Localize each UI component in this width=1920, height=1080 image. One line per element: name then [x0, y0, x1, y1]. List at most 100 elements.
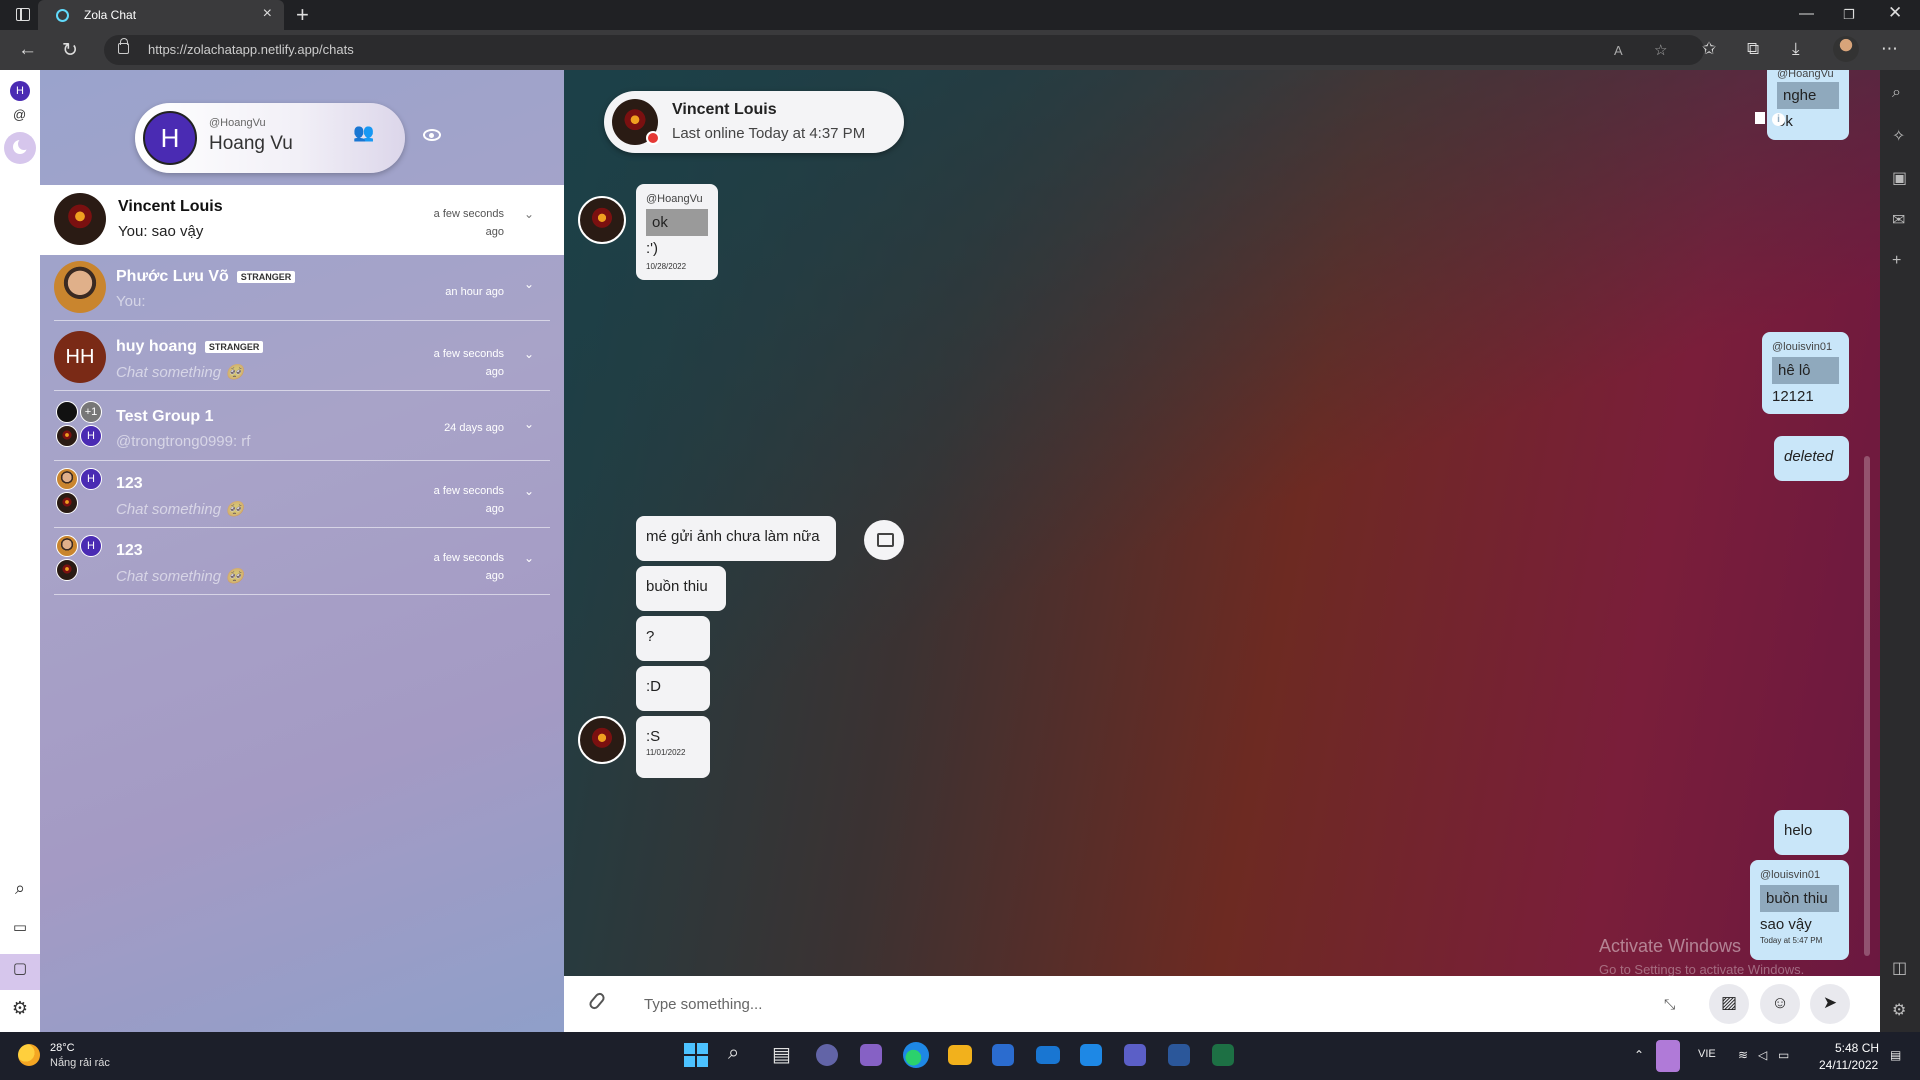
- weather-icon[interactable]: [18, 1044, 40, 1066]
- conversation-item[interactable]: HH huy hoang STRANGER Chat something 🥺 a …: [54, 325, 550, 391]
- outlook-icon[interactable]: ✉: [1892, 210, 1905, 230]
- chevron-down-icon[interactable]: ⌄: [524, 484, 534, 498]
- expand-icon[interactable]: ⤡: [1664, 996, 1675, 1013]
- conversation-item[interactable]: H 123 Chat something 🥺 a few seconds ago…: [54, 529, 550, 595]
- clock-date[interactable]: 24/11/2022: [1819, 1058, 1878, 1072]
- mention-icon[interactable]: @: [13, 107, 26, 122]
- conversation-name: Test Group 1: [116, 408, 214, 425]
- visual-studio-icon[interactable]: [860, 1044, 882, 1066]
- chat-scrollbar[interactable]: [1864, 456, 1870, 956]
- vscode-icon[interactable]: [1080, 1044, 1102, 1066]
- favorites-icon[interactable]: ✩: [1702, 39, 1716, 59]
- send-icon: ➤: [1822, 993, 1838, 1012]
- browser-tab[interactable]: Zola Chat ×: [38, 0, 284, 30]
- info-icon[interactable]: i: [1772, 113, 1785, 126]
- new-tab-button[interactable]: +: [296, 2, 309, 28]
- select-checkbox[interactable]: [1755, 112, 1765, 124]
- close-window-icon[interactable]: ✕: [1888, 3, 1902, 23]
- conversation-name-text: Phước Lưu Võ: [116, 268, 229, 285]
- profile-card[interactable]: H @HoangVu Hoang Vu 👥: [135, 103, 405, 173]
- chevron-down-icon[interactable]: ⌄: [524, 277, 534, 291]
- friends-icon[interactable]: 👥: [353, 123, 374, 143]
- battery-icon[interactable]: ▭: [1778, 1048, 1789, 1062]
- downloads-icon[interactable]: ⤓: [1792, 39, 1800, 59]
- chevron-down-icon[interactable]: ⌄: [524, 417, 534, 431]
- chevron-down-icon[interactable]: ⌄: [524, 551, 534, 565]
- reply-icon[interactable]: [864, 520, 904, 560]
- notifications-icon[interactable]: ▤: [1890, 1048, 1901, 1062]
- word-icon[interactable]: [1168, 1044, 1190, 1066]
- volume-icon[interactable]: ◁: [1758, 1048, 1767, 1062]
- rail-avatar[interactable]: H: [10, 81, 30, 101]
- collections-icon[interactable]: ⧉: [1747, 39, 1759, 59]
- wifi-icon[interactable]: ≋: [1738, 1048, 1748, 1062]
- restore-icon[interactable]: ❐: [1843, 7, 1855, 23]
- message-bubble[interactable]: ?: [636, 616, 710, 661]
- file-explorer-icon[interactable]: [948, 1045, 972, 1065]
- clock-time[interactable]: 5:48 CH: [1835, 1041, 1879, 1055]
- chat-header[interactable]: Vincent Louis Last online Today at 4:37 …: [604, 91, 904, 153]
- workspaces-icon[interactable]: [16, 8, 30, 21]
- eye-icon[interactable]: [423, 129, 441, 141]
- close-tab-icon[interactable]: ×: [263, 5, 272, 23]
- settings-icon[interactable]: ⚙: [8, 998, 32, 1022]
- start-icon[interactable]: [683, 1042, 709, 1068]
- conversation-name: Phước Lưu Võ STRANGER: [116, 268, 296, 286]
- message-bubble[interactable]: @HoangVu nghe ok: [1767, 70, 1849, 140]
- discover-icon[interactable]: ✧: [1892, 126, 1905, 146]
- excel-icon[interactable]: [1212, 1044, 1234, 1066]
- teams-icon[interactable]: [1124, 1044, 1146, 1066]
- search-icon[interactable]: ⌕: [1892, 84, 1901, 102]
- message-bubble[interactable]: :D: [636, 666, 710, 711]
- chevron-down-icon[interactable]: ⌄: [524, 347, 534, 361]
- chevron-up-icon[interactable]: ⌃: [1634, 1048, 1644, 1062]
- conversation-item[interactable]: H 123 Chat something 🥺 a few seconds ago…: [54, 462, 550, 528]
- message-bubble[interactable]: mé gửi ảnh chưa làm nữa: [636, 516, 836, 561]
- message-bubble[interactable]: deleted: [1774, 436, 1849, 481]
- edge-icon[interactable]: [903, 1042, 929, 1068]
- url-field[interactable]: https://zolachatapp.netlify.app/chats A …: [104, 35, 1704, 65]
- message-bubble[interactable]: :S 11/01/2022: [636, 716, 710, 778]
- activate-windows-subtitle: Go to Settings to activate Windows.: [1599, 962, 1805, 976]
- message-bubble[interactable]: @louisvin01 hê lô 12121: [1762, 332, 1849, 414]
- profile-handle: @HoangVu: [209, 117, 266, 129]
- more-icon[interactable]: ⋯: [1881, 39, 1898, 59]
- search-icon[interactable]: ⌕: [8, 878, 32, 902]
- minimize-icon[interactable]: —: [1799, 5, 1814, 22]
- attach-icon[interactable]: [587, 990, 607, 1012]
- store-icon[interactable]: [992, 1044, 1014, 1066]
- teams-chat-icon[interactable]: [816, 1044, 838, 1066]
- office-icon[interactable]: ▣: [1892, 168, 1907, 188]
- message-input[interactable]: [644, 987, 1404, 1021]
- chat-icon[interactable]: ▢: [8, 959, 32, 983]
- message-text: 12121: [1772, 388, 1814, 405]
- hide-sidebar-icon[interactable]: ◫: [1892, 958, 1907, 978]
- task-view-icon[interactable]: ▤: [772, 1042, 791, 1067]
- conversation-item[interactable]: Vincent Louis You: sao vậy a few seconds…: [40, 185, 564, 255]
- conversation-item[interactable]: Phước Lưu Võ STRANGER You: an hour ago ⌄: [54, 255, 550, 321]
- message-bubble[interactable]: @louisvin01 buồn thiu sao vậy Today at 5…: [1750, 860, 1849, 960]
- back-icon[interactable]: ←: [18, 39, 37, 61]
- message-bubble[interactable]: helo: [1774, 810, 1849, 855]
- chevron-down-icon[interactable]: ⌄: [524, 207, 534, 221]
- mail-icon[interactable]: [1036, 1046, 1060, 1064]
- input-language[interactable]: VIE: [1698, 1048, 1716, 1060]
- message-bubble[interactable]: buồn thiu: [636, 566, 726, 611]
- dark-mode-toggle-icon[interactable]: [4, 132, 36, 164]
- lock-icon[interactable]: [118, 38, 129, 54]
- conversation-item[interactable]: +1 H Test Group 1 @trongtrong0999: rf 24…: [54, 395, 550, 461]
- emoji-button[interactable]: ☺: [1760, 984, 1800, 1024]
- contacts-icon[interactable]: ▭: [8, 918, 32, 942]
- profile-avatar[interactable]: [1833, 36, 1859, 62]
- profile-avatar[interactable]: H: [143, 111, 197, 165]
- refresh-icon[interactable]: ↻: [62, 39, 78, 62]
- read-aloud-icon[interactable]: A: [1614, 43, 1623, 58]
- sidebar-settings-icon[interactable]: ⚙: [1892, 1000, 1906, 1020]
- add-sidebar-icon[interactable]: +: [1892, 252, 1901, 270]
- microphone-icon[interactable]: [1656, 1040, 1680, 1072]
- message-bubble[interactable]: @HoangVu ok :') 10/28/2022: [636, 184, 718, 280]
- image-upload-button[interactable]: ▨: [1709, 984, 1749, 1024]
- add-favorite-icon[interactable]: ☆: [1654, 41, 1667, 59]
- send-button[interactable]: ➤: [1810, 984, 1850, 1024]
- search-icon[interactable]: ⌕: [728, 1042, 739, 1065]
